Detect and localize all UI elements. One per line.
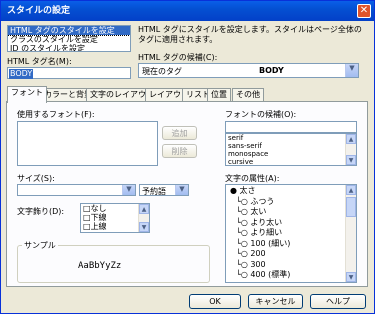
tab-position[interactable]: 位置 (207, 88, 231, 102)
font-tab-panel: 使用するフォント(F): 追加 削除 フォントの候補(O): serif san… (6, 101, 368, 287)
tree-item[interactable]: ● 太さ (228, 186, 344, 197)
chevron-down-icon[interactable]: ▼ (345, 64, 358, 77)
attributes-tree[interactable]: ● 太さ └○ ふつう └○ 太い └○ より太い └○ より細い └○ 100… (225, 184, 357, 283)
font-candidates-label: フォントの候補(O): (225, 110, 297, 119)
size-unit-value: 予約語 (142, 187, 166, 196)
html-tag-name-value: BODY (9, 69, 34, 79)
chevron-down-icon[interactable]: ▼ (122, 185, 135, 195)
scroll-down-icon[interactable]: ▼ (346, 272, 356, 282)
scroll-down-icon[interactable]: ▼ (346, 155, 356, 165)
size-label: サイズ(S): (17, 174, 55, 183)
tab-other[interactable]: その他 (232, 88, 264, 102)
tree-item[interactable]: └○ より太い (228, 218, 344, 229)
title-bar: スタイルの設定 ✕ (1, 1, 374, 21)
list-item[interactable]: クラスのスタイルを設定 (8, 35, 130, 44)
chevron-down-icon[interactable]: ▼ (175, 185, 188, 195)
sample-group: サンプル AaBbYyZz (17, 240, 210, 283)
scrollbar[interactable]: ▲ ▼ (345, 134, 356, 165)
attributes-tree-items: ● 太さ └○ ふつう └○ 太い └○ より太い └○ より細い └○ 100… (228, 186, 344, 281)
scroll-thumb[interactable] (346, 197, 356, 217)
candidate-value: BODY (259, 66, 284, 75)
list-item[interactable]: monospace (226, 150, 356, 158)
tab-font[interactable]: フォント (7, 86, 47, 103)
style-settings-dialog: スタイルの設定 ✕ HTML タグのスタイルを設定 クラスのスタイルを設定 ID… (0, 0, 375, 314)
html-tag-candidates-label: HTML タグの候補(C): (138, 53, 218, 62)
scroll-up-icon[interactable]: ▲ (139, 204, 149, 214)
size-field[interactable]: ▼ (17, 184, 136, 196)
list-item[interactable]: ID のスタイルを設定 (8, 44, 130, 51)
font-candidates-input[interactable] (225, 121, 357, 133)
tree-item[interactable]: └○ ふつう (228, 197, 344, 208)
list-item[interactable]: cursive (226, 158, 356, 165)
list-item[interactable]: sans-serif (226, 142, 356, 150)
tree-item[interactable]: └○ 400 (標準) (228, 270, 344, 281)
attributes-label: 文字の属性(A): (225, 174, 280, 183)
scroll-up-icon[interactable]: ▲ (346, 185, 356, 195)
html-tag-candidates-dropdown[interactable]: 現在のタグ BODY ▼ (138, 63, 359, 78)
tree-item[interactable]: └○ 300 (228, 260, 344, 271)
scroll-down-icon[interactable]: ▼ (139, 222, 149, 232)
list-item[interactable]: HTML タグのスタイルを設定 (8, 26, 130, 36)
decoration-list[interactable]: □なし □下線 □上線 ▲ ▼ (80, 203, 150, 233)
close-icon[interactable]: ✕ (357, 4, 371, 18)
ok-button[interactable]: OK (189, 294, 241, 309)
font-used-list[interactable] (17, 121, 158, 166)
font-candidates-list[interactable]: serif sans-serif monospace cursive ▲ ▼ (225, 133, 357, 166)
decoration-label: 文字飾り(D): (17, 207, 65, 216)
candidate-prefix: 現在のタグ (142, 67, 182, 76)
delete-font-button[interactable]: 削除 (162, 144, 197, 158)
style-type-list[interactable]: HTML タグのスタイルを設定 クラスのスタイルを設定 ID のスタイルを設定 (7, 25, 131, 52)
tree-item[interactable]: └○ より細い (228, 228, 344, 239)
html-tag-name-label: HTML タグ名(M): (7, 57, 72, 66)
add-font-button[interactable]: 追加 (162, 126, 197, 140)
tree-item[interactable]: └○ 200 (228, 249, 344, 260)
tree-item[interactable]: └○ 100 (細い) (228, 239, 344, 250)
scroll-up-icon[interactable]: ▲ (346, 134, 356, 144)
help-button[interactable]: ヘルプ (310, 294, 366, 309)
tree-item[interactable]: └○ 太い (228, 207, 344, 218)
cancel-button[interactable]: キャンセル (248, 294, 303, 309)
sample-text: AaBbYyZz (78, 261, 122, 271)
font-used-label: 使用するフォント(F): (17, 110, 95, 119)
window-title: スタイルの設定 (7, 6, 71, 16)
scrollbar[interactable]: ▲ ▼ (138, 204, 149, 232)
sample-label: サンプル (22, 240, 58, 251)
scrollbar[interactable]: ▲ ▼ (345, 185, 356, 282)
list-item[interactable]: serif (226, 134, 356, 142)
html-tag-name-field[interactable]: BODY (7, 67, 131, 79)
size-unit-dropdown[interactable]: 予約語 ▼ (139, 184, 189, 196)
description-text: HTML タグにスタイルを設定します。スタイルはページ全体のタグに適用されます。 (138, 25, 362, 44)
